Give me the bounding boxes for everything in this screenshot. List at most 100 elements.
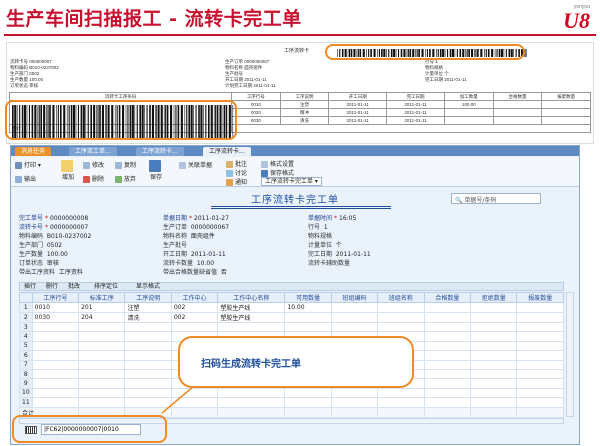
grid-cell[interactable] [516,331,564,342]
grid-cell[interactable] [78,378,126,389]
grid-cell[interactable]: 0030 [31,312,80,323]
grid-cell[interactable] [78,359,126,370]
print-button[interactable]: 打印 ▾ [15,160,41,169]
grid-cell[interactable] [330,387,379,399]
grid-cell[interactable]: 002 [170,302,219,313]
save-button[interactable]: 保存 [149,160,163,181]
grid-cell[interactable] [516,359,564,370]
tab-process-card[interactable]: 工序流转卡... [136,147,184,156]
value[interactable]: 2011-01-11 [336,251,371,258]
grid-cell[interactable] [423,397,472,408]
grid-cell[interactable] [31,321,80,333]
grid-cell[interactable] [423,302,472,313]
grid-cell[interactable] [330,302,379,313]
grid-cell[interactable]: 204 [78,312,126,323]
grid-cell[interactable] [470,378,518,389]
grid-cell[interactable] [31,350,80,361]
grid-cell[interactable] [423,368,472,380]
grid-cell[interactable] [31,387,80,399]
grid-cell[interactable] [31,378,80,389]
value[interactable]: 0000000067 [191,224,229,231]
col-header[interactable]: 合格数量 [423,292,472,303]
grid-cell[interactable] [516,368,564,380]
value[interactable]: 0000000007 [50,224,88,231]
col-header[interactable]: 可用数量 [284,292,332,303]
col-header[interactable]: 标准工序 [78,292,126,303]
table-row[interactable]: 10 [19,387,564,399]
grid-cell[interactable] [470,387,518,399]
col-header[interactable]: 工序说明 [124,292,172,303]
grid-cell[interactable] [330,397,379,408]
col-header[interactable]: 班组编码 [330,292,379,303]
grid-cell[interactable] [78,387,126,399]
grid-cell[interactable] [470,368,518,380]
grid-cell[interactable]: 201 [78,302,126,313]
value[interactable]: 审核 [47,260,59,267]
delete-row-button[interactable]: 删行 [46,283,58,291]
table-row[interactable]: 1 0010 201 注塑 002 塑胶生产线 10.00 [19,302,564,313]
value[interactable]: 个 [336,242,342,249]
grid-cell[interactable] [124,331,172,342]
col-header[interactable]: 拒绝数量 [470,292,518,303]
col-header[interactable]: 工序行号 [31,292,80,303]
grid-cell[interactable] [330,321,379,333]
value[interactable]: 2011-01-27 [194,215,229,222]
grid-cell[interactable] [423,378,472,389]
grid-cell[interactable] [330,312,379,323]
grid-cell[interactable] [470,350,518,361]
grid-cell[interactable] [423,331,472,342]
grid-cell[interactable] [516,312,564,323]
add-button[interactable]: 增加 [61,160,75,181]
grid-cell[interactable] [516,378,564,389]
grid-cell[interactable] [516,350,564,361]
grid-cell[interactable]: 注塑 [124,302,172,313]
modify-button[interactable]: 修改 [83,160,104,169]
grid-cell[interactable] [124,350,172,361]
value[interactable]: 100.00 [47,251,68,258]
value[interactable]: 工序资料 [59,269,83,276]
notify-button[interactable]: 通知 [226,177,247,186]
batch-edit-button[interactable]: 批改 [68,283,80,291]
grid-cell[interactable] [284,387,332,399]
relate-button[interactable]: 关联单据 [179,160,212,169]
value[interactable]: 0502 [47,242,62,249]
table-row[interactable]: 11 [19,397,564,408]
grid-cell[interactable] [31,331,80,342]
save-format-button[interactable]: 保存格式 [261,168,294,177]
grid-cell[interactable] [377,321,425,333]
grid-cell[interactable] [470,321,518,333]
tab-process-card-active[interactable]: 工序流转卡... [203,147,251,156]
tab-process-order[interactable]: 工序流工单... [69,147,117,156]
grid-cell[interactable] [78,350,126,361]
grid-cell[interactable] [170,321,219,333]
table-row[interactable]: 2 0030 204 清洗 002 塑胶生产线 [19,312,564,323]
grid-cell[interactable]: 0010 [31,302,80,313]
format-setting-button[interactable]: 格式设置 [261,159,294,168]
grid-cell[interactable] [31,340,80,352]
grid-cell[interactable] [516,387,564,399]
grid-cell[interactable] [284,321,332,333]
grid-cell[interactable] [470,397,518,408]
grid-cell[interactable] [470,312,518,323]
grid-cell[interactable] [217,387,286,399]
col-header[interactable]: 报废数量 [516,292,564,303]
delete-button[interactable]: 删除 [83,174,104,183]
discuss-button[interactable]: 讨论 [226,168,247,177]
approve-button[interactable]: 批注 [226,159,247,168]
value[interactable]: 否 [221,269,227,276]
grid-cell[interactable] [284,397,332,408]
grid-cell[interactable] [516,397,564,408]
table-row[interactable]: 3 [19,321,564,333]
value[interactable]: 10.00 [197,260,214,267]
grid-cell[interactable] [31,397,80,408]
grid-cell[interactable] [377,387,425,399]
grid-cell[interactable] [217,397,286,408]
search-input[interactable]: 🔍 单据号/条码 [451,193,541,204]
grid-cell[interactable] [470,359,518,370]
grid-cell[interactable] [423,321,472,333]
output-button[interactable]: 输出 [15,174,36,183]
grid-cell[interactable] [31,359,80,370]
grid-cell[interactable] [78,368,126,380]
grid-cell[interactable] [78,331,126,342]
copy-button[interactable]: 复制 [115,160,136,169]
